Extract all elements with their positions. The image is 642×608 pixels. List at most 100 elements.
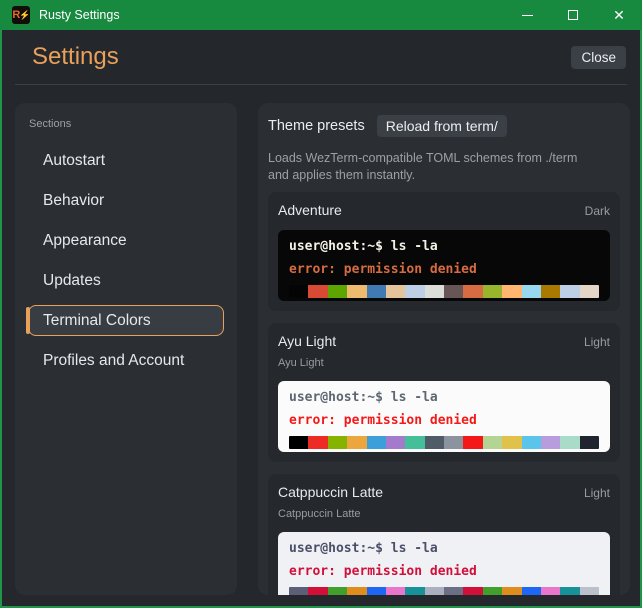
content-area: Sections Autostart Behavior Appearance U… — [2, 85, 640, 606]
palette-swatch — [502, 435, 522, 449]
palette-strip — [289, 284, 599, 298]
palette-swatch — [347, 435, 367, 449]
title-bar: R ⚡ Rusty Settings ✕ — [0, 0, 642, 30]
palette-swatch — [502, 284, 522, 298]
terminal-preview: user@host:~$ ls -la error: permission de… — [278, 531, 610, 595]
palette-swatch — [482, 435, 503, 449]
sidebar-item-appearance[interactable]: Appearance — [28, 225, 224, 256]
palette-swatch — [366, 284, 386, 298]
window-controls: ✕ — [504, 0, 642, 30]
close-window-button[interactable]: ✕ — [596, 0, 642, 30]
sidebar-item-label: Updates — [43, 271, 101, 289]
minimize-icon — [521, 14, 533, 16]
palette-swatch — [405, 586, 425, 595]
palette-swatch — [540, 435, 561, 449]
palette-swatch — [560, 284, 580, 298]
palette-swatch — [521, 435, 541, 449]
terminal-preview: user@host:~$ ls -la error: permission de… — [278, 229, 610, 301]
page-title: Settings — [32, 43, 119, 70]
palette-swatch — [405, 284, 425, 298]
palette-swatch — [308, 435, 328, 449]
palette-swatch — [424, 284, 444, 298]
theme-card-ayu-light[interactable]: Ayu Light Light Ayu Light user@host:~$ l… — [268, 322, 620, 462]
maximize-button[interactable] — [550, 0, 596, 30]
window-title: Rusty Settings — [39, 8, 120, 22]
card-header: Catppuccin Latte Light — [278, 484, 610, 500]
palette-swatch — [463, 284, 483, 298]
palette-swatch — [482, 284, 503, 298]
palette-swatch — [385, 586, 406, 595]
palette-swatch — [308, 586, 328, 595]
variant-badge: Light — [583, 334, 610, 349]
close-icon: ✕ — [613, 7, 625, 23]
palette-swatch — [289, 284, 309, 298]
sidebar-item-label: Profiles and Account — [43, 351, 185, 369]
sidebar-item-profiles-account[interactable]: Profiles and Account — [28, 345, 224, 376]
palette-swatch — [463, 586, 483, 595]
minimize-button[interactable] — [504, 0, 550, 30]
sidebar-item-terminal-colors[interactable]: Terminal Colors — [26, 305, 224, 336]
theme-subtitle: Catppuccin Latte — [278, 507, 361, 520]
bolt-icon: ⚡ — [19, 9, 30, 20]
error-text: error: permission denied — [289, 412, 477, 428]
palette-swatch — [482, 586, 503, 595]
sidebar-item-label: Terminal Colors — [43, 311, 151, 329]
palette-swatch — [366, 435, 386, 449]
palette-swatch — [521, 284, 541, 298]
palette-swatch — [579, 284, 599, 298]
palette-swatch — [424, 435, 444, 449]
theme-presets-panel: Theme presets Reload from term/ Loads We… — [258, 103, 630, 595]
sidebar-item-label: Appearance — [43, 231, 127, 249]
theme-name: Adventure — [278, 201, 342, 218]
app-icon: R ⚡ — [12, 6, 31, 24]
palette-swatch — [289, 586, 309, 595]
reload-from-term-button[interactable]: Reload from term/ — [376, 115, 507, 137]
palette-swatch — [444, 284, 464, 298]
close-button[interactable]: Close — [571, 45, 626, 69]
palette-swatch — [540, 284, 561, 298]
prompt-text: user@host:~$ ls -la — [289, 540, 438, 556]
palette-swatch — [579, 586, 599, 595]
theme-subtitle: Ayu Light — [278, 356, 324, 369]
card-header: Ayu Light Light — [278, 333, 610, 349]
sidebar-item-behavior[interactable]: Behavior — [28, 185, 224, 216]
settings-window: R ⚡ Rusty Settings ✕ Settings Close Secti… — [0, 0, 642, 608]
palette-swatch — [385, 284, 406, 298]
palette-swatch — [366, 586, 386, 595]
sidebar-item-updates[interactable]: Updates — [28, 265, 224, 296]
sidebar-item-autostart[interactable]: Autostart — [28, 145, 224, 176]
panel-description: Loads WezTerm-compatible TOML schemes fr… — [268, 151, 578, 182]
palette-swatch — [289, 435, 309, 449]
palette-swatch — [463, 435, 483, 449]
variant-badge: Light — [583, 485, 610, 500]
theme-name: Ayu Light — [278, 332, 337, 349]
palette-swatch — [405, 435, 425, 449]
palette-swatch — [560, 586, 580, 595]
maximize-icon — [568, 10, 578, 20]
palette-swatch — [424, 586, 444, 595]
palette-swatch — [327, 284, 348, 298]
palette-swatch — [560, 435, 580, 449]
panel-title: Theme presets — [268, 118, 365, 134]
variant-badge: Dark — [584, 203, 610, 218]
page-header: Settings Close — [2, 30, 640, 84]
sidebar-item-label: Autostart — [43, 151, 106, 169]
palette-strip — [289, 586, 599, 595]
palette-swatch — [327, 435, 348, 449]
palette-swatch — [347, 586, 367, 595]
prompt-text: user@host:~$ ls -la — [289, 389, 438, 405]
palette-swatch — [327, 586, 348, 595]
sidebar-item-label: Behavior — [43, 191, 105, 209]
sections-sidebar: Sections Autostart Behavior Appearance U… — [15, 103, 237, 595]
palette-swatch — [385, 435, 406, 449]
panel-header: Theme presets Reload from term/ — [268, 115, 620, 137]
theme-card-catppuccin-latte[interactable]: Catppuccin Latte Light Catppuccin Latte … — [268, 473, 620, 595]
palette-swatch — [444, 435, 464, 449]
palette-swatch — [502, 586, 522, 595]
card-header: Adventure Dark — [278, 202, 610, 218]
theme-card-adventure[interactable]: Adventure Dark user@host:~$ ls -la error… — [268, 191, 620, 311]
error-text: error: permission denied — [289, 563, 477, 579]
terminal-preview: user@host:~$ ls -la error: permission de… — [278, 380, 610, 452]
palette-swatch — [308, 284, 328, 298]
palette-swatch — [540, 586, 561, 595]
